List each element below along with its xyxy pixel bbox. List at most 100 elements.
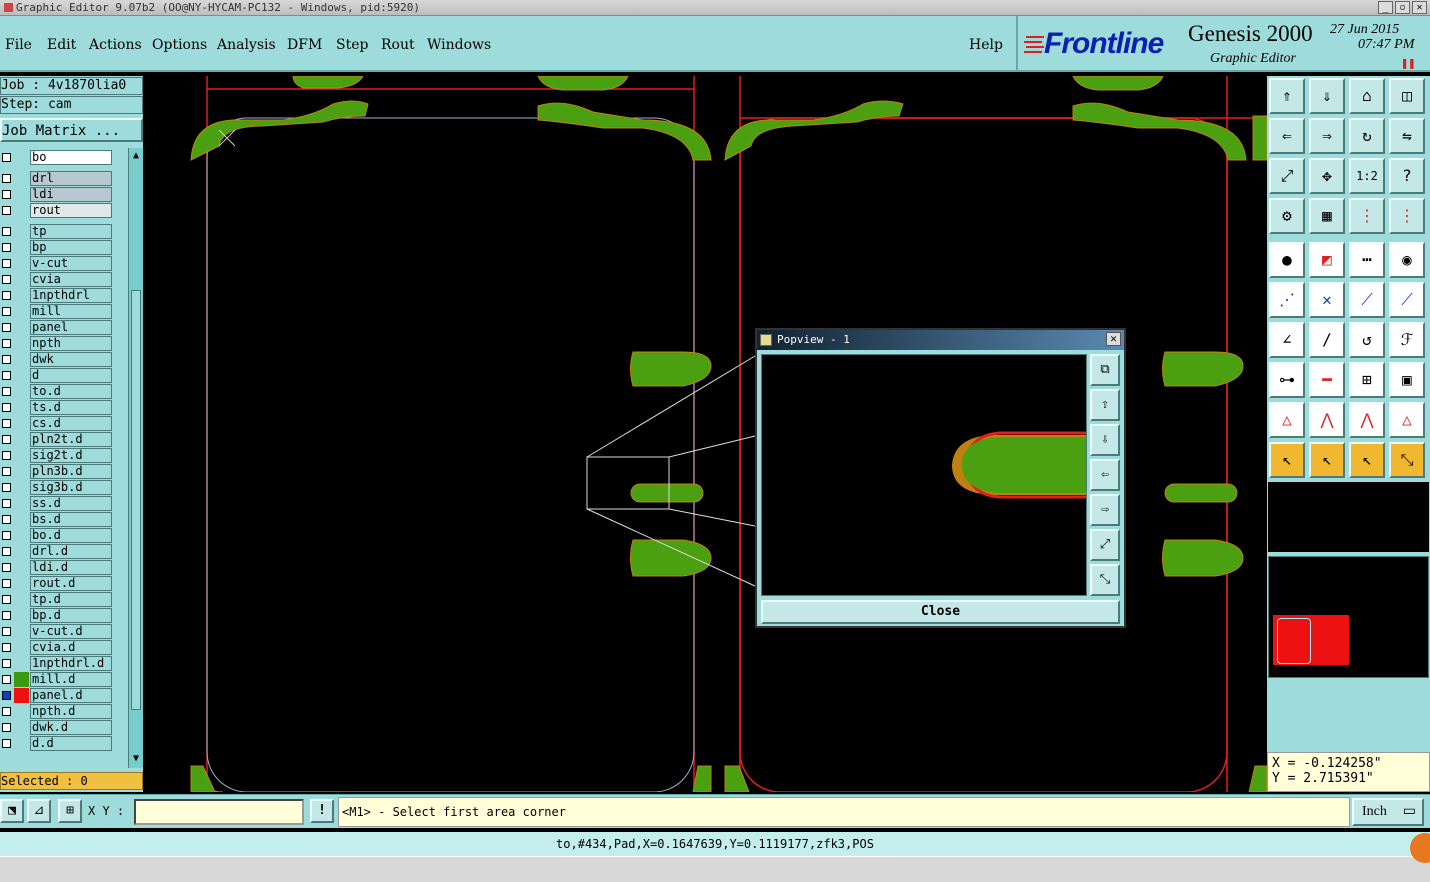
layer-row[interactable]: mill	[0, 304, 118, 319]
layer-name[interactable]: cs.d	[30, 416, 112, 431]
layer-name[interactable]: 1npthdrl.d	[30, 656, 112, 671]
layer-checkbox[interactable]	[2, 291, 11, 300]
layer-checkbox[interactable]	[2, 323, 11, 332]
layer-checkbox[interactable]	[2, 643, 11, 652]
layer-checkbox[interactable]	[2, 691, 11, 700]
layer-checkbox[interactable]	[2, 611, 11, 620]
layer-checkbox[interactable]	[2, 275, 11, 284]
menu-analysis[interactable]: Analysis	[217, 37, 276, 53]
layer-row[interactable]: bp	[0, 240, 118, 255]
popview-close-icon[interactable]: ✕	[1106, 332, 1121, 346]
layer-checkbox[interactable]	[2, 259, 11, 268]
layer-list-scrollbar[interactable]: ▲ ▼	[128, 148, 143, 768]
layer-name[interactable]: cvia.d	[30, 640, 112, 655]
layer-name[interactable]: bp	[30, 240, 112, 255]
layer-name[interactable]: rout	[30, 203, 112, 218]
layer-row[interactable]: mill.d	[0, 672, 118, 687]
layer-name[interactable]: sig2t.d	[30, 448, 112, 463]
layer-row[interactable]: ldi	[0, 187, 118, 202]
layer-checkbox[interactable]	[2, 547, 11, 556]
layer-row[interactable]: drl	[0, 171, 118, 186]
triangle-open-icon[interactable]: ⋀	[1349, 402, 1385, 438]
layer-row[interactable]: 1npthdrl.d	[0, 656, 118, 671]
pad-icon[interactable]: ●	[1269, 242, 1305, 278]
close-window-icon[interactable]: ✕	[1412, 1, 1427, 14]
layer-name[interactable]: v-cut.d	[30, 624, 112, 639]
minimize-icon[interactable]: _	[1378, 1, 1393, 14]
cross-icon[interactable]: ✕	[1309, 282, 1345, 318]
layer-checkbox[interactable]	[2, 707, 11, 716]
layer-row[interactable]: v-cut	[0, 256, 118, 271]
popview-zoom-out-icon[interactable]: ⤡	[1090, 564, 1120, 596]
layer-compare-icon[interactable]: ⋮	[1349, 198, 1385, 234]
popview-pan-left-icon[interactable]: ⇦	[1090, 459, 1120, 491]
triangle-cut-icon[interactable]: △	[1389, 402, 1425, 438]
layer-row[interactable]: bs.d	[0, 512, 118, 527]
layer-name[interactable]: drl	[30, 171, 112, 186]
layer-checkbox[interactable]	[2, 451, 11, 460]
layer-row[interactable]: cvia.d	[0, 640, 118, 655]
measure-icon[interactable]: ⊞	[1349, 362, 1385, 398]
layer-checkbox[interactable]	[2, 627, 11, 636]
pause-icon[interactable]: ❚❚	[1401, 56, 1415, 70]
snap-left-icon[interactable]: ⇐	[1269, 118, 1305, 154]
layer-name[interactable]: bs.d	[30, 512, 112, 527]
settings-icon[interactable]: ⚙	[1269, 198, 1305, 234]
layer-row[interactable]: rout	[0, 203, 118, 218]
layer-checkbox[interactable]	[2, 595, 11, 604]
layer-checkbox[interactable]	[2, 467, 11, 476]
menu-options[interactable]: Options	[152, 37, 207, 53]
layer-checkbox[interactable]	[2, 483, 11, 492]
pointer-area-icon[interactable]: ↖	[1349, 442, 1385, 478]
layer-row[interactable]: pln2t.d	[0, 432, 118, 447]
layer-row[interactable]: tp	[0, 224, 118, 239]
feature-red-icon[interactable]: ◩	[1309, 242, 1345, 278]
layer-row[interactable]: sig2t.d	[0, 448, 118, 463]
mirror-icon[interactable]: ⇋	[1389, 118, 1425, 154]
snap-to-top-icon[interactable]: ⇑	[1269, 78, 1305, 114]
layer-row[interactable]: cs.d	[0, 416, 118, 431]
popview-canvas[interactable]	[761, 354, 1087, 596]
layer-checkbox[interactable]	[2, 579, 11, 588]
layer-row[interactable]: v-cut.d	[0, 624, 118, 639]
layer-name[interactable]: tp.d	[30, 592, 112, 607]
home-icon[interactable]: ⌂	[1349, 78, 1385, 114]
units-select[interactable]: Inch ▭	[1352, 798, 1424, 826]
scroll-up-icon[interactable]: ▲	[130, 150, 142, 162]
layer-row[interactable]: panel	[0, 320, 118, 335]
grid-icon[interactable]: ▦	[1309, 198, 1345, 234]
layer-checkbox[interactable]	[2, 435, 11, 444]
layer-name[interactable]: dwk	[30, 352, 112, 367]
layer-row[interactable]: panel.d	[0, 688, 118, 703]
menu-rout[interactable]: Rout	[381, 37, 415, 53]
layer-row[interactable]: cvia	[0, 272, 118, 287]
layer-name[interactable]: panel	[30, 320, 112, 335]
arc-icon[interactable]: ↺	[1349, 322, 1385, 358]
zoom-fit-icon[interactable]: ⤢	[1269, 158, 1305, 194]
layer-row[interactable]: ldi.d	[0, 560, 118, 575]
layer-name[interactable]: rout.d	[30, 576, 112, 591]
scale-1-2-icon[interactable]: 1:2	[1349, 158, 1385, 194]
layer-row[interactable]: bp.d	[0, 608, 118, 623]
split-view-icon[interactable]: ◫	[1389, 78, 1425, 114]
line-red-icon[interactable]: ━	[1309, 362, 1345, 398]
layer-name[interactable]: 1npthdrl	[30, 288, 112, 303]
snap-angle-icon[interactable]: ⊿	[27, 799, 51, 823]
layer-row[interactable]: dwk.d	[0, 720, 118, 735]
layer-checkbox[interactable]	[2, 227, 11, 236]
layer-checkbox[interactable]	[2, 243, 11, 252]
layer-name[interactable]: ldi	[30, 187, 112, 202]
info-icon[interactable]: !	[310, 799, 334, 823]
slash-icon[interactable]: ∕	[1309, 322, 1345, 358]
popview-pan-down-icon[interactable]: ⇩	[1090, 424, 1120, 456]
layer-name[interactable]: drl.d	[30, 544, 112, 559]
layer-name[interactable]: ts.d	[30, 400, 112, 415]
menu-step[interactable]: Step	[336, 37, 368, 53]
help-query-icon[interactable]: ?	[1389, 158, 1425, 194]
popview-zoom-in-icon[interactable]: ⤢	[1090, 529, 1120, 561]
layer-checkbox[interactable]	[2, 371, 11, 380]
menu-windows[interactable]: Windows	[427, 37, 491, 53]
layer-row[interactable]: sig3b.d	[0, 480, 118, 495]
layer-name[interactable]: mill.d	[30, 672, 112, 687]
layer-checkbox[interactable]	[2, 515, 11, 524]
